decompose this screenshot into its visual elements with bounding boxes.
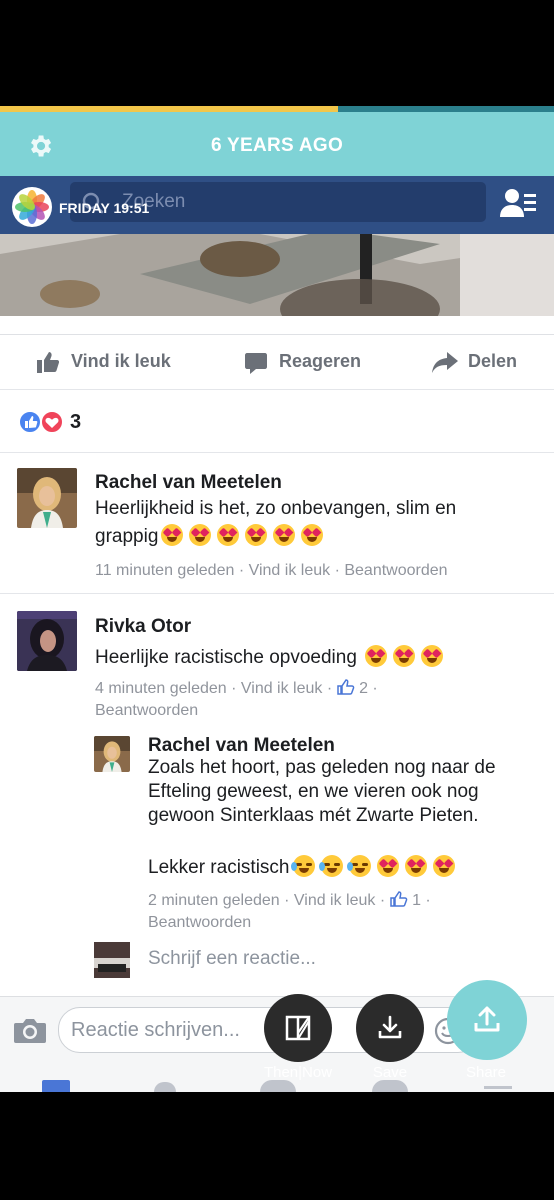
comment-meta: 4 minuten geleden · Vind ik leuk · 2 · B… [95,679,378,719]
photos-flower-icon [15,190,49,224]
friends-tab-icon[interactable] [154,1082,176,1092]
comment-text: Heerlijke racistische opvoeding [95,644,535,672]
comment-text-line1: Heerlijkheid is het, zo onbevangen, slim… [95,498,457,519]
comment-time: 11 minuten geleden [95,562,235,579]
like-love-reaction-icons [18,410,64,434]
avatar[interactable] [94,736,130,772]
reply-text-2-content: Lekker racistisch [148,857,290,878]
comment-text: Heerlijkheid is het, zo onbevangen, slim… [95,495,535,551]
post-actions-bar: Vind ik leuk Reageren Delen [0,334,554,390]
comment-reply-link[interactable]: Beantwoorden [95,702,198,719]
heart-eyes-emoji [374,855,458,878]
thumbs-up-icon [336,679,354,695]
comment-like-link[interactable]: Vind ik leuk [241,680,323,697]
avatar[interactable] [17,611,77,671]
reply-text: Zoals het hoort, pas geleden nog naar de… [148,757,496,826]
reply-meta: 2 minuten geleden · Vind ik leuk · 1 · B… [148,891,431,931]
laughing-crying-emoji [290,855,374,878]
download-icon [378,1015,402,1039]
comment-item: Rachel van Meetelen Heerlijkheid is het,… [0,452,554,592]
post-photo[interactable] [0,234,554,316]
write-reply-placeholder[interactable]: Schrijf een reactie... [148,948,316,970]
save-label: Save [372,1064,408,1081]
share-fab-button[interactable] [447,980,527,1060]
food-photo-image [0,234,554,316]
camera-icon[interactable] [13,1017,47,1045]
comment-text-line2: grappig [95,526,159,547]
avatar[interactable] [17,468,77,528]
reply-time: 2 minuten geleden [148,892,280,909]
heart-eyes-emoji [362,645,446,668]
globe-tab-icon[interactable] [372,1080,408,1092]
facebook-search-bar: Zoeken FRIDAY 19:51 [0,176,554,234]
menu-tab-icon[interactable] [484,1086,512,1089]
photos-app-icon [12,187,52,227]
reply-like-count: 1 [412,892,421,909]
watch-tab-icon[interactable] [260,1080,296,1092]
reply-item: Rachel van Meetelen Zoals het hoort, pas… [0,729,554,931]
reply-like-link[interactable]: Vind ik leuk [294,892,376,909]
share-label: Share [465,1064,507,1081]
comment-author[interactable]: Rachel van Meetelen [95,472,282,494]
timehop-header: 6 YEARS AGO [0,112,554,176]
screen: 6 YEARS AGO Zoeken FRIDAY 19:51 Vind ik … [0,106,554,1092]
comment-reply-link[interactable]: Beantwoorden [344,562,447,579]
share-button[interactable]: Delen [468,351,517,372]
date-time-badge: FRIDAY 19:51 [59,200,150,216]
comment-like-count: 2 [359,680,368,697]
comment-like-link[interactable]: Vind ik leuk [249,562,331,579]
then-now-button[interactable] [264,994,332,1062]
comment-time: 4 minuten geleden [95,680,227,697]
like-button[interactable]: Vind ik leuk [71,351,171,372]
comment-input-placeholder: Reactie schrijven... [71,1019,240,1041]
like-icon[interactable] [36,350,60,374]
then-now-label: Then|Now [263,1064,333,1081]
share-arrow-icon[interactable] [432,352,458,374]
reply-text-2: Lekker racistisch [148,854,528,882]
comment-meta: 11 minuten geleden · Vind ik leuk · Bean… [95,562,448,579]
header-title: 6 YEARS AGO [210,135,344,156]
reply-author[interactable]: Rachel van Meetelen [148,735,335,757]
comment-item: Rivka Otor Heerlijke racistische opvoedi… [0,593,554,993]
then-now-icon [285,1015,311,1041]
write-reply-row[interactable]: Schrijf een reactie... [0,942,554,982]
reply-reply-link[interactable]: Beantwoorden [148,914,251,931]
save-button[interactable] [356,994,424,1062]
avatar [94,942,130,978]
comment-icon[interactable] [244,351,268,375]
news-feed-tab-icon[interactable] [42,1080,70,1092]
heart-eyes-emoji [158,524,326,547]
comment-author[interactable]: Rivka Otor [95,616,191,638]
thumbs-up-icon [389,891,407,907]
comment-text-content: Heerlijke racistische opvoeding [95,647,357,668]
comment-button[interactable]: Reageren [279,351,361,372]
upload-share-icon [474,1006,500,1032]
reactions-count: 3 [70,411,82,433]
friend-requests-icon[interactable] [500,188,536,218]
reactions-summary[interactable]: 3 [0,396,554,452]
